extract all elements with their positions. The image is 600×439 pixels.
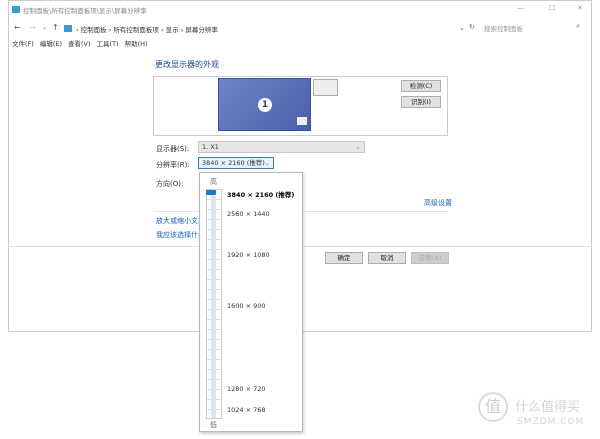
crumb[interactable]: 所有控制面板项 [113, 26, 159, 34]
chevron-down-icon: ⌄ [264, 159, 270, 167]
option-1600[interactable]: 1600 × 900 [227, 302, 266, 310]
slider-rail [211, 190, 216, 418]
window-title: 控制面板\所有控制面板项\显示\屏幕分辨率 [23, 7, 147, 15]
detect-button[interactable]: 检测(C) [401, 80, 441, 92]
dropdown-icon[interactable]: ⌄ [459, 24, 465, 32]
resolution-slider-track[interactable] [206, 189, 222, 419]
forward-icon[interactable]: → [29, 23, 36, 32]
option-1920[interactable]: 1920 × 1080 [227, 251, 270, 259]
monitor-number: 1 [258, 98, 272, 112]
control-panel-icon [12, 6, 20, 13]
cancel-button[interactable]: 取消 [368, 252, 406, 264]
crumb[interactable]: 显示 [166, 26, 179, 34]
watermark-url: SMZDM.COM [517, 417, 585, 427]
recent-icon[interactable]: ⌄ [42, 24, 47, 31]
orientation-label: 方向(O): [156, 180, 184, 188]
low-label: 低 [210, 421, 217, 429]
menu-tools[interactable]: 工具(T) [97, 38, 119, 48]
menu-edit[interactable]: 编辑(E) [40, 38, 62, 48]
menu-view[interactable]: 查看(V) [68, 38, 91, 48]
watermark-logo-icon: 值 [478, 392, 508, 422]
search-input[interactable]: 搜索控制面板 [484, 23, 523, 33]
maximize-button[interactable]: ☐ [549, 4, 555, 12]
option-1280[interactable]: 1280 × 720 [227, 385, 266, 393]
resolution-select[interactable]: 3840 × 2160 (推荐) ⌄ [198, 157, 274, 169]
menu-bar: 文件(F) 编辑(E) 查看(V) 工具(T) 帮助(H) [12, 38, 148, 48]
monitor-thumb [313, 79, 338, 96]
display-value: 1. X1 [202, 143, 219, 151]
apply-button[interactable]: 应用(A) [411, 252, 449, 264]
back-icon[interactable]: ← [14, 23, 21, 32]
search-box[interactable]: 搜索控制面板 ⌕ [481, 21, 587, 35]
menu-help[interactable]: 帮助(H) [125, 38, 148, 48]
search-icon[interactable]: ⌕ [576, 22, 580, 31]
crumb[interactable]: 屏幕分辨率 [185, 26, 218, 34]
option-1024[interactable]: 1024 × 768 [227, 406, 266, 414]
menu-file[interactable]: 文件(F) [12, 38, 34, 48]
identify-button[interactable]: 识别(I) [401, 96, 441, 108]
monitor-1[interactable]: 1 [218, 78, 311, 131]
resolution-value: 3840 × 2160 (推荐) [202, 159, 265, 167]
text-size-link[interactable]: 放大或缩小文本 [156, 216, 205, 226]
display-select[interactable]: 1. X1 ⌄ [198, 141, 365, 153]
close-button[interactable]: ✕ [577, 4, 583, 12]
resolution-label: 分辨率(R): [156, 161, 190, 169]
address-bar[interactable]: › 控制面板 › 所有控制面板项 › 显示 › 屏幕分辨率 ⌄ ↻ [61, 21, 479, 35]
advanced-settings-link[interactable]: 高级设置 [424, 198, 452, 208]
resolution-popup: 高 3840 × 2160 (推荐) 2560 × 1440 1920 × 10… [199, 172, 303, 432]
display-label: 显示器(S): [156, 145, 190, 153]
breadcrumb: › 控制面板 › 所有控制面板项 › 显示 › 屏幕分辨率 [76, 26, 218, 34]
up-icon[interactable]: ↑ [52, 23, 59, 32]
watermark-text: 什么值得买 [515, 400, 581, 415]
option-2560[interactable]: 2560 × 1440 [227, 210, 270, 218]
folder-icon [64, 25, 72, 32]
minimize-button[interactable]: — [517, 4, 524, 12]
page-title: 更改显示器的外观 [155, 60, 219, 69]
high-label: 高 [210, 178, 217, 186]
chevron-down-icon: ⌄ [355, 143, 361, 151]
help-link[interactable]: 我应该选择什么 [156, 230, 205, 240]
slider-thumb[interactable] [206, 190, 216, 195]
refresh-icon[interactable]: ↻ [469, 23, 475, 31]
ok-button[interactable]: 确定 [325, 252, 363, 264]
crumb[interactable]: 控制面板 [81, 26, 107, 34]
option-3840[interactable]: 3840 × 2160 (推荐) [227, 189, 294, 199]
taskbar-grid-icon [297, 117, 307, 125]
